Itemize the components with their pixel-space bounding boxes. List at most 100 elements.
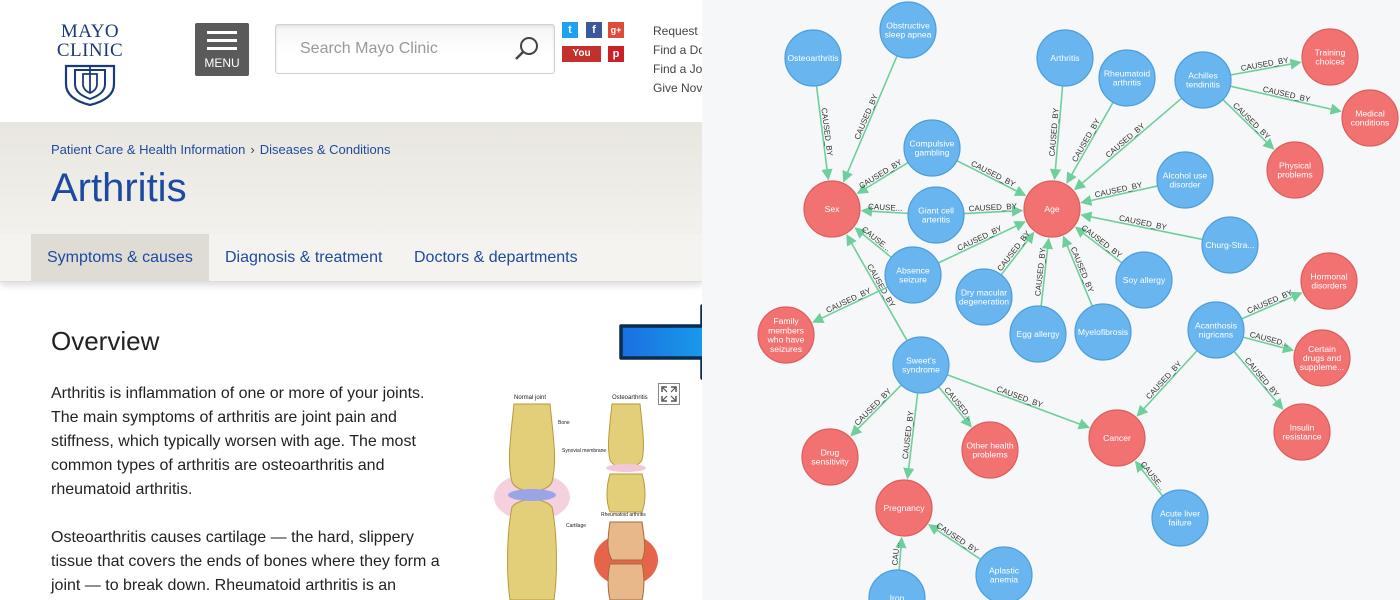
graph-node-label: nigricans: [1199, 330, 1233, 340]
causes-graph[interactable]: CAUSED_BY CAUSED_BYCAUSED_BYCAUSE...CAUSE…: [702, 0, 1400, 600]
paragraph-line: Osteoarthritis causes cartilage — the ha…: [51, 529, 414, 546]
graph-node-label: suppleme...: [1300, 362, 1344, 372]
graph-node-label: disorders: [1311, 281, 1346, 291]
causes-graph-panel[interactable]: CAUSED_BY CAUSED_BY CAUSED_BY CAUSE... CAUSE…: [702, 0, 1400, 600]
graph-node-label: arthritis: [1113, 78, 1141, 88]
graph-node-compg[interactable]: Compulsivegambling: [903, 119, 961, 177]
breadcrumb-diseases[interactable]: Diseases & Conditions: [260, 142, 391, 157]
graph-node-label: Soy allergy: [1123, 275, 1166, 285]
screenshot-root: MAYO CLINIC MENU Search Mayo Clinic t f …: [0, 0, 1400, 600]
graph-edge-label: CAUSED_BY: [1246, 288, 1295, 316]
youtube-icon[interactable]: You: [562, 46, 601, 62]
tab-symptoms-causes[interactable]: Symptoms & causes: [31, 234, 209, 281]
tab-diagnosis-treatment[interactable]: Diagnosis & treatment: [209, 234, 398, 281]
graph-node-apnea[interactable]: Obstructivesleep apnea: [879, 1, 937, 59]
mayo-clinic-logo[interactable]: MAYO CLINIC: [50, 22, 130, 106]
graph-node-sweet[interactable]: Sweet'ssyndrome: [892, 336, 950, 394]
search-input[interactable]: Search Mayo Clinic: [275, 24, 555, 74]
figure-label-rheum: Rheumatoid arthritis: [601, 512, 646, 518]
expand-icon[interactable]: [658, 383, 680, 405]
graph-edge-label: CAUSED_BY: [1144, 359, 1184, 401]
graph-node-egg[interactable]: Egg allergy: [1009, 305, 1067, 363]
google-plus-icon[interactable]: g+: [608, 22, 624, 38]
graph-edge-label: CAU...: [891, 542, 902, 566]
graph-edge-label: CAUSED...: [1249, 330, 1290, 349]
graph-node-label: Cancer: [1103, 433, 1131, 443]
graph-node-drugs[interactable]: Drugsensitivity: [801, 428, 859, 486]
graph-node-hormd[interactable]: Hormonaldisorders: [1300, 252, 1358, 310]
figure-label-cartilage: Cartilage: [566, 523, 586, 529]
twitter-icon[interactable]: t: [562, 22, 578, 38]
graph-node-iron[interactable]: Iron: [868, 569, 926, 600]
search-icon[interactable]: [514, 36, 540, 62]
graph-node-cancer[interactable]: Cancer: [1088, 409, 1146, 467]
graph-node-achil[interactable]: Achillestendinitis: [1174, 51, 1232, 109]
logo-line-2: CLINIC: [56, 40, 124, 61]
graph-edge-label: CAUSED_BY: [853, 386, 894, 427]
graph-node-preg[interactable]: Pregnancy: [875, 479, 933, 537]
graph-edge-label: CAUSED_BY: [995, 384, 1044, 410]
top-link-give-now[interactable]: Give Nov: [653, 79, 702, 98]
graph-node-label: disorder: [1169, 180, 1200, 190]
top-link-find-job[interactable]: Find a Jo: [653, 60, 702, 79]
paragraph-line: stiffness, which typically worsen with a…: [51, 433, 416, 450]
graph-node-label: conditions: [1351, 118, 1390, 128]
graph-node-acan[interactable]: Acanthosisnigricans: [1187, 301, 1245, 359]
overview-paragraph-2: Osteoarthritis causes cartilage — the ha…: [51, 526, 451, 598]
graph-node-giant[interactable]: Giant cellarteritis: [907, 186, 965, 244]
breadcrumb: Patient Care & Health Information › Diseas…: [51, 142, 391, 157]
graph-node-churg[interactable]: Churg-Stra...: [1201, 216, 1259, 274]
graph-node-label: Egg allergy: [1017, 329, 1061, 339]
graph-node-label: syndrome: [902, 365, 940, 375]
graph-node-insr[interactable]: Insulinresistance: [1273, 403, 1331, 461]
graph-node-alc[interactable]: Alcohol usedisorder: [1156, 151, 1214, 209]
graph-node-medc[interactable]: Medicalconditions: [1341, 89, 1399, 147]
top-link-request[interactable]: Request: [653, 22, 702, 41]
graph-node-train[interactable]: Trainingchoices: [1301, 28, 1359, 86]
graph-edge-label: CAUSED_BY: [956, 224, 1004, 253]
paragraph-line: tissue that covers the ends of bones whe…: [51, 553, 440, 570]
graph-node-rheum[interactable]: Rheumatoidarthritis: [1098, 49, 1156, 107]
graph-node-dmd[interactable]: Dry maculardegeneration: [955, 268, 1013, 326]
graph-node-label: resistance: [1282, 432, 1321, 442]
graph-node-fam[interactable]: Familymemberswho haveseizures: [757, 306, 815, 364]
graph-node-absz[interactable]: Absenceseizure: [884, 246, 942, 304]
graph-edge-label: CAUSED_BY: [1069, 246, 1096, 295]
top-link-find-doctor[interactable]: Find a Do: [653, 41, 702, 60]
graph-node-phys[interactable]: Physicalproblems: [1266, 141, 1324, 199]
graph-node-label: Sex: [825, 204, 841, 214]
breadcrumb-patient-care[interactable]: Patient Care & Health Information: [51, 142, 245, 157]
arthritis-joint-illustration[interactable]: Normal joint Osteoarthritis Bone Synovia…: [492, 382, 692, 600]
graph-node-arth[interactable]: Arthritis: [1036, 29, 1094, 87]
figure-label-normal: Normal joint: [514, 395, 546, 401]
facebook-icon[interactable]: f: [586, 22, 602, 38]
graph-node-age[interactable]: Age: [1023, 180, 1081, 238]
graph-node-aplan[interactable]: Aplasticanemia: [975, 546, 1033, 600]
menu-button[interactable]: MENU: [195, 23, 249, 76]
graph-node-label: seizure: [899, 275, 927, 285]
paragraph-line: rheumatoid arthritis.: [51, 481, 193, 498]
graph-node-soy[interactable]: Soy allergy: [1115, 251, 1173, 309]
graph-node-alf[interactable]: Acute liverfailure: [1151, 489, 1209, 547]
graph-node-myelo[interactable]: Myelofibrosis: [1074, 303, 1132, 361]
graph-node-osteo[interactable]: Osteoarthritis: [784, 29, 842, 87]
graph-node-label: Arthritis: [1050, 53, 1079, 63]
three-shields-icon: [64, 64, 116, 106]
logo-line-1: MAYO: [60, 21, 120, 42]
graph-edge-label: CAUSED_BY: [1262, 85, 1312, 105]
graph-node-label: Age: [1044, 204, 1060, 214]
graph-node-sex[interactable]: Sex: [803, 180, 861, 238]
search-placeholder: Search Mayo Clinic: [300, 40, 438, 57]
graph-edge-label: CAUSED_BY: [857, 157, 904, 190]
paragraph-line: Arthritis is inflammation of one or more…: [51, 385, 425, 402]
pinterest-icon[interactable]: p: [608, 46, 624, 62]
graph-edge-label: CAUSED_BY: [995, 229, 1032, 273]
top-links: Request Find a Do Find a Jo Give Nov: [653, 22, 702, 98]
graph-edge-label: CAUSED_BY: [1094, 180, 1144, 199]
graph-edge-label: CAUSED_BY: [1070, 117, 1102, 164]
graph-node-certd[interactable]: Certaindrugs andsuppleme...: [1293, 329, 1351, 387]
graph-node-label: degeneration: [959, 297, 1009, 307]
tab-doctors-departments[interactable]: Doctors & departments: [398, 234, 594, 281]
graph-node-othp[interactable]: Other healthproblems: [961, 421, 1019, 479]
graph-node-label: arteritis: [922, 215, 950, 225]
